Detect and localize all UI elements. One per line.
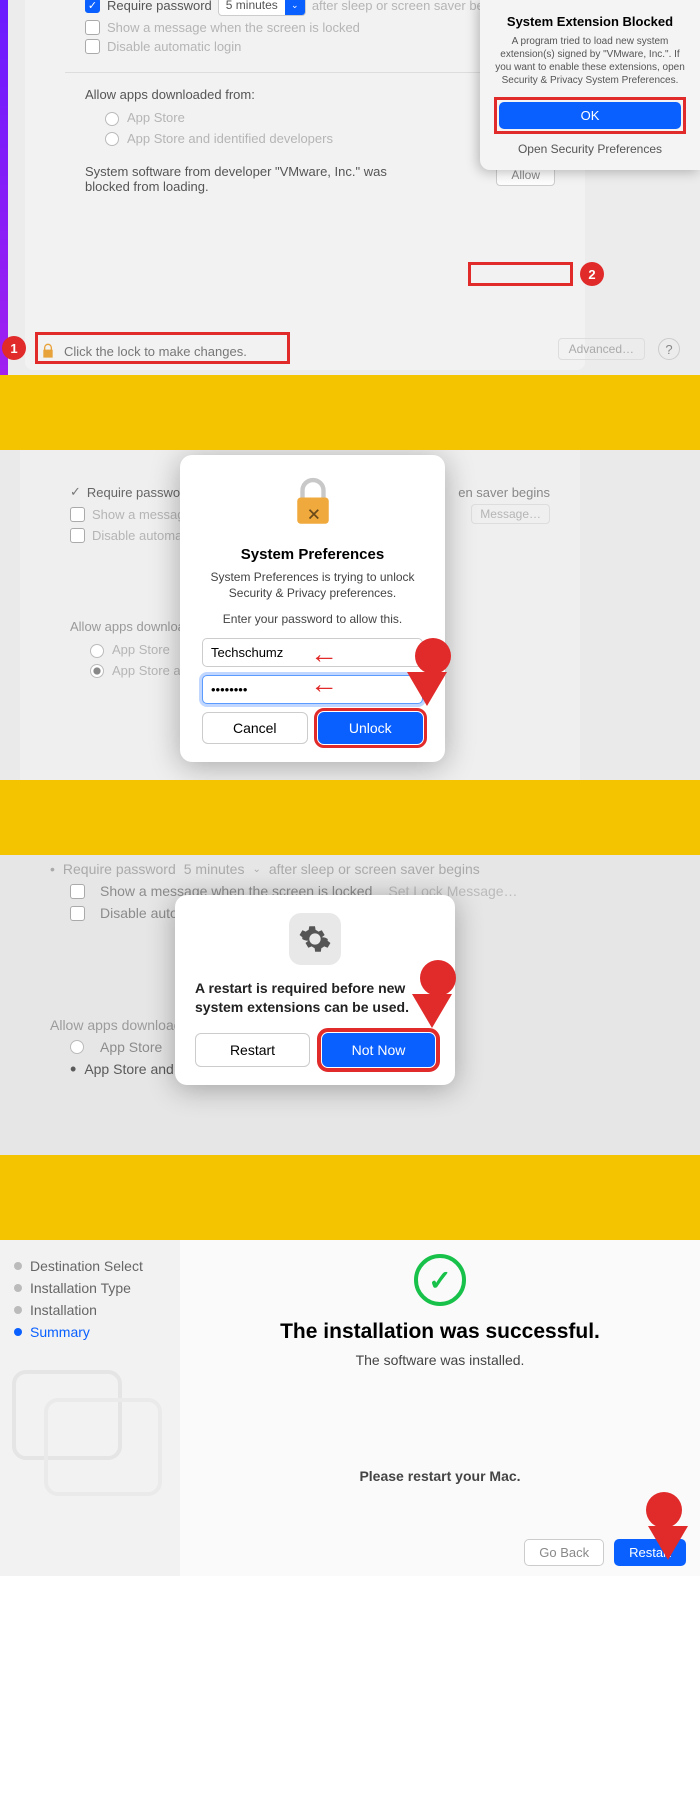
restart-dialog-screenshot: •Require password 5 minutes ⌄ after slee… xyxy=(0,855,700,1155)
bg3-r1[interactable] xyxy=(70,1040,84,1054)
sidebar-item-summary[interactable]: Summary xyxy=(14,1324,166,1340)
show-message-label: Show a message when the screen is locked xyxy=(107,20,360,35)
sidebar-item-install-type[interactable]: Installation Type xyxy=(14,1280,166,1296)
radio-appstore[interactable] xyxy=(105,112,119,126)
annotation-badge-1: 1 xyxy=(2,336,26,360)
radio-appstore-label: App Store xyxy=(127,110,185,125)
annotation-box-lock xyxy=(35,332,290,364)
disable-auto-login-checkbox[interactable] xyxy=(85,39,100,54)
installer-success-screenshot: Destination Select Installation Type Ins… xyxy=(0,1240,700,1576)
success-check-icon: ✓ xyxy=(414,1254,466,1306)
extension-blocked-alert: System Extension Blocked A program tried… xyxy=(480,0,700,170)
disable-auto-login-label: Disable automatic login xyxy=(107,39,241,54)
cursor-circle-3 xyxy=(420,960,456,996)
restart-prompt: Please restart your Mac. xyxy=(200,1468,680,1484)
bg-r2[interactable] xyxy=(90,664,104,678)
bg-r1[interactable] xyxy=(90,644,104,658)
sidebar-label-0: Destination Select xyxy=(30,1258,143,1274)
alert-body: A program tried to load new system exten… xyxy=(494,35,686,87)
dialog-title: System Preferences xyxy=(202,546,423,563)
require-password-value: 5 minutes xyxy=(219,0,285,12)
desktop-edge xyxy=(0,0,8,375)
dot-icon xyxy=(14,1262,22,1270)
bg-disable-checkbox[interactable] xyxy=(70,528,85,543)
ok-button[interactable]: OK xyxy=(499,102,681,129)
bg-show-checkbox[interactable] xyxy=(70,507,85,522)
sidebar-label-1: Installation Type xyxy=(30,1280,131,1296)
restart-buttons: Restart Not Now xyxy=(195,1033,435,1067)
bg3-r1-label: App Store xyxy=(100,1039,162,1055)
not-now-button[interactable]: Not Now xyxy=(322,1033,435,1067)
cancel-button[interactable]: Cancel xyxy=(202,712,308,744)
radio-identified[interactable] xyxy=(105,132,119,146)
success-title: The installation was successful. xyxy=(200,1320,680,1344)
unlock-dialog: System Preferences System Preferences is… xyxy=(180,455,445,762)
dialog-body: System Preferences is trying to unlock S… xyxy=(202,569,423,601)
show-message-checkbox[interactable] xyxy=(85,20,100,35)
advanced-button[interactable]: Advanced… xyxy=(558,338,645,360)
go-back-button[interactable]: Go Back xyxy=(524,1539,604,1566)
bg-r1-label: App Store xyxy=(112,642,170,657)
arrow-username: ← xyxy=(310,638,338,670)
restart-dialog: A restart is required before new system … xyxy=(175,895,455,1085)
alert-title: System Extension Blocked xyxy=(494,14,686,29)
bg3-require-label: Require password xyxy=(63,861,176,877)
yellow-wrapper-2: ✓ Require password en saver begins Show … xyxy=(0,375,700,855)
dot-icon xyxy=(14,1306,22,1314)
bg3-value: 5 minutes xyxy=(184,861,245,877)
bg3-require: •Require password 5 minutes ⌄ after slee… xyxy=(50,861,560,877)
blocked-message-text: System software from developer "VMware, … xyxy=(85,164,405,194)
bg3-disable-checkbox[interactable] xyxy=(70,906,85,921)
success-subtitle: The software was installed. xyxy=(200,1352,680,1368)
gear-icon xyxy=(289,913,341,965)
yellow-wrapper-3: •Require password 5 minutes ⌄ after slee… xyxy=(0,855,700,1240)
dialog-buttons: Cancel Unlock xyxy=(202,712,423,744)
require-password-checkbox[interactable]: ✓ xyxy=(85,0,100,13)
annotation-box-ok: OK xyxy=(494,97,686,134)
bg3-show-checkbox[interactable] xyxy=(70,884,85,899)
annotation-badge-2: 2 xyxy=(580,262,604,286)
cursor-arrow-icon-4 xyxy=(648,1526,688,1560)
cursor-arrow-icon-3 xyxy=(412,994,452,1028)
sidebar-item-destination[interactable]: Destination Select xyxy=(14,1258,166,1274)
sidebar-decoration xyxy=(12,1370,122,1460)
lock-large-icon xyxy=(285,473,341,529)
unlock-button[interactable]: Unlock xyxy=(318,712,424,744)
installer-main: ✓ The installation was successful. The s… xyxy=(180,1240,700,1576)
bg-after-label: en saver begins xyxy=(458,485,550,500)
cursor-circle-4 xyxy=(646,1492,682,1528)
radio-identified-label: App Store and identified developers xyxy=(127,131,333,146)
dot-icon xyxy=(14,1328,22,1336)
bg3-after: after sleep or screen saver begins xyxy=(269,861,480,877)
unlock-dialog-screenshot: ✓ Require password en saver begins Show … xyxy=(0,450,700,780)
dot-icon xyxy=(14,1284,22,1292)
installer-sidebar: Destination Select Installation Type Ins… xyxy=(0,1240,180,1576)
require-password-select[interactable]: 5 minutes ⌄ xyxy=(218,0,306,16)
cursor-arrow-icon xyxy=(407,672,447,706)
dialog-enter: Enter your password to allow this. xyxy=(202,611,423,627)
arrow-password: ← xyxy=(310,668,338,700)
bg-msg-button[interactable]: Message… xyxy=(471,504,550,524)
chevron-down-icon: ⌄ xyxy=(285,0,305,15)
restart-button[interactable]: Restart xyxy=(195,1033,310,1067)
open-preferences-button[interactable]: Open Security Preferences xyxy=(494,138,686,160)
annotation-box-allow xyxy=(468,262,573,286)
bg-require-label: Require password xyxy=(87,485,192,500)
sidebar-label-2: Installation xyxy=(30,1302,97,1318)
cursor-circle xyxy=(415,638,451,674)
help-button[interactable]: ? xyxy=(658,338,680,360)
check-icon: ✓ xyxy=(70,484,81,500)
security-privacy-screenshot: ✓ Require password 5 minutes ⌄ after sle… xyxy=(0,0,700,375)
sidebar-label-3: Summary xyxy=(30,1324,90,1340)
require-password-label: Require password xyxy=(107,0,212,13)
restart-dialog-text: A restart is required before new system … xyxy=(195,979,435,1017)
sidebar-item-installation[interactable]: Installation xyxy=(14,1302,166,1318)
require-password-suffix: after sleep or screen saver begins xyxy=(312,0,508,13)
